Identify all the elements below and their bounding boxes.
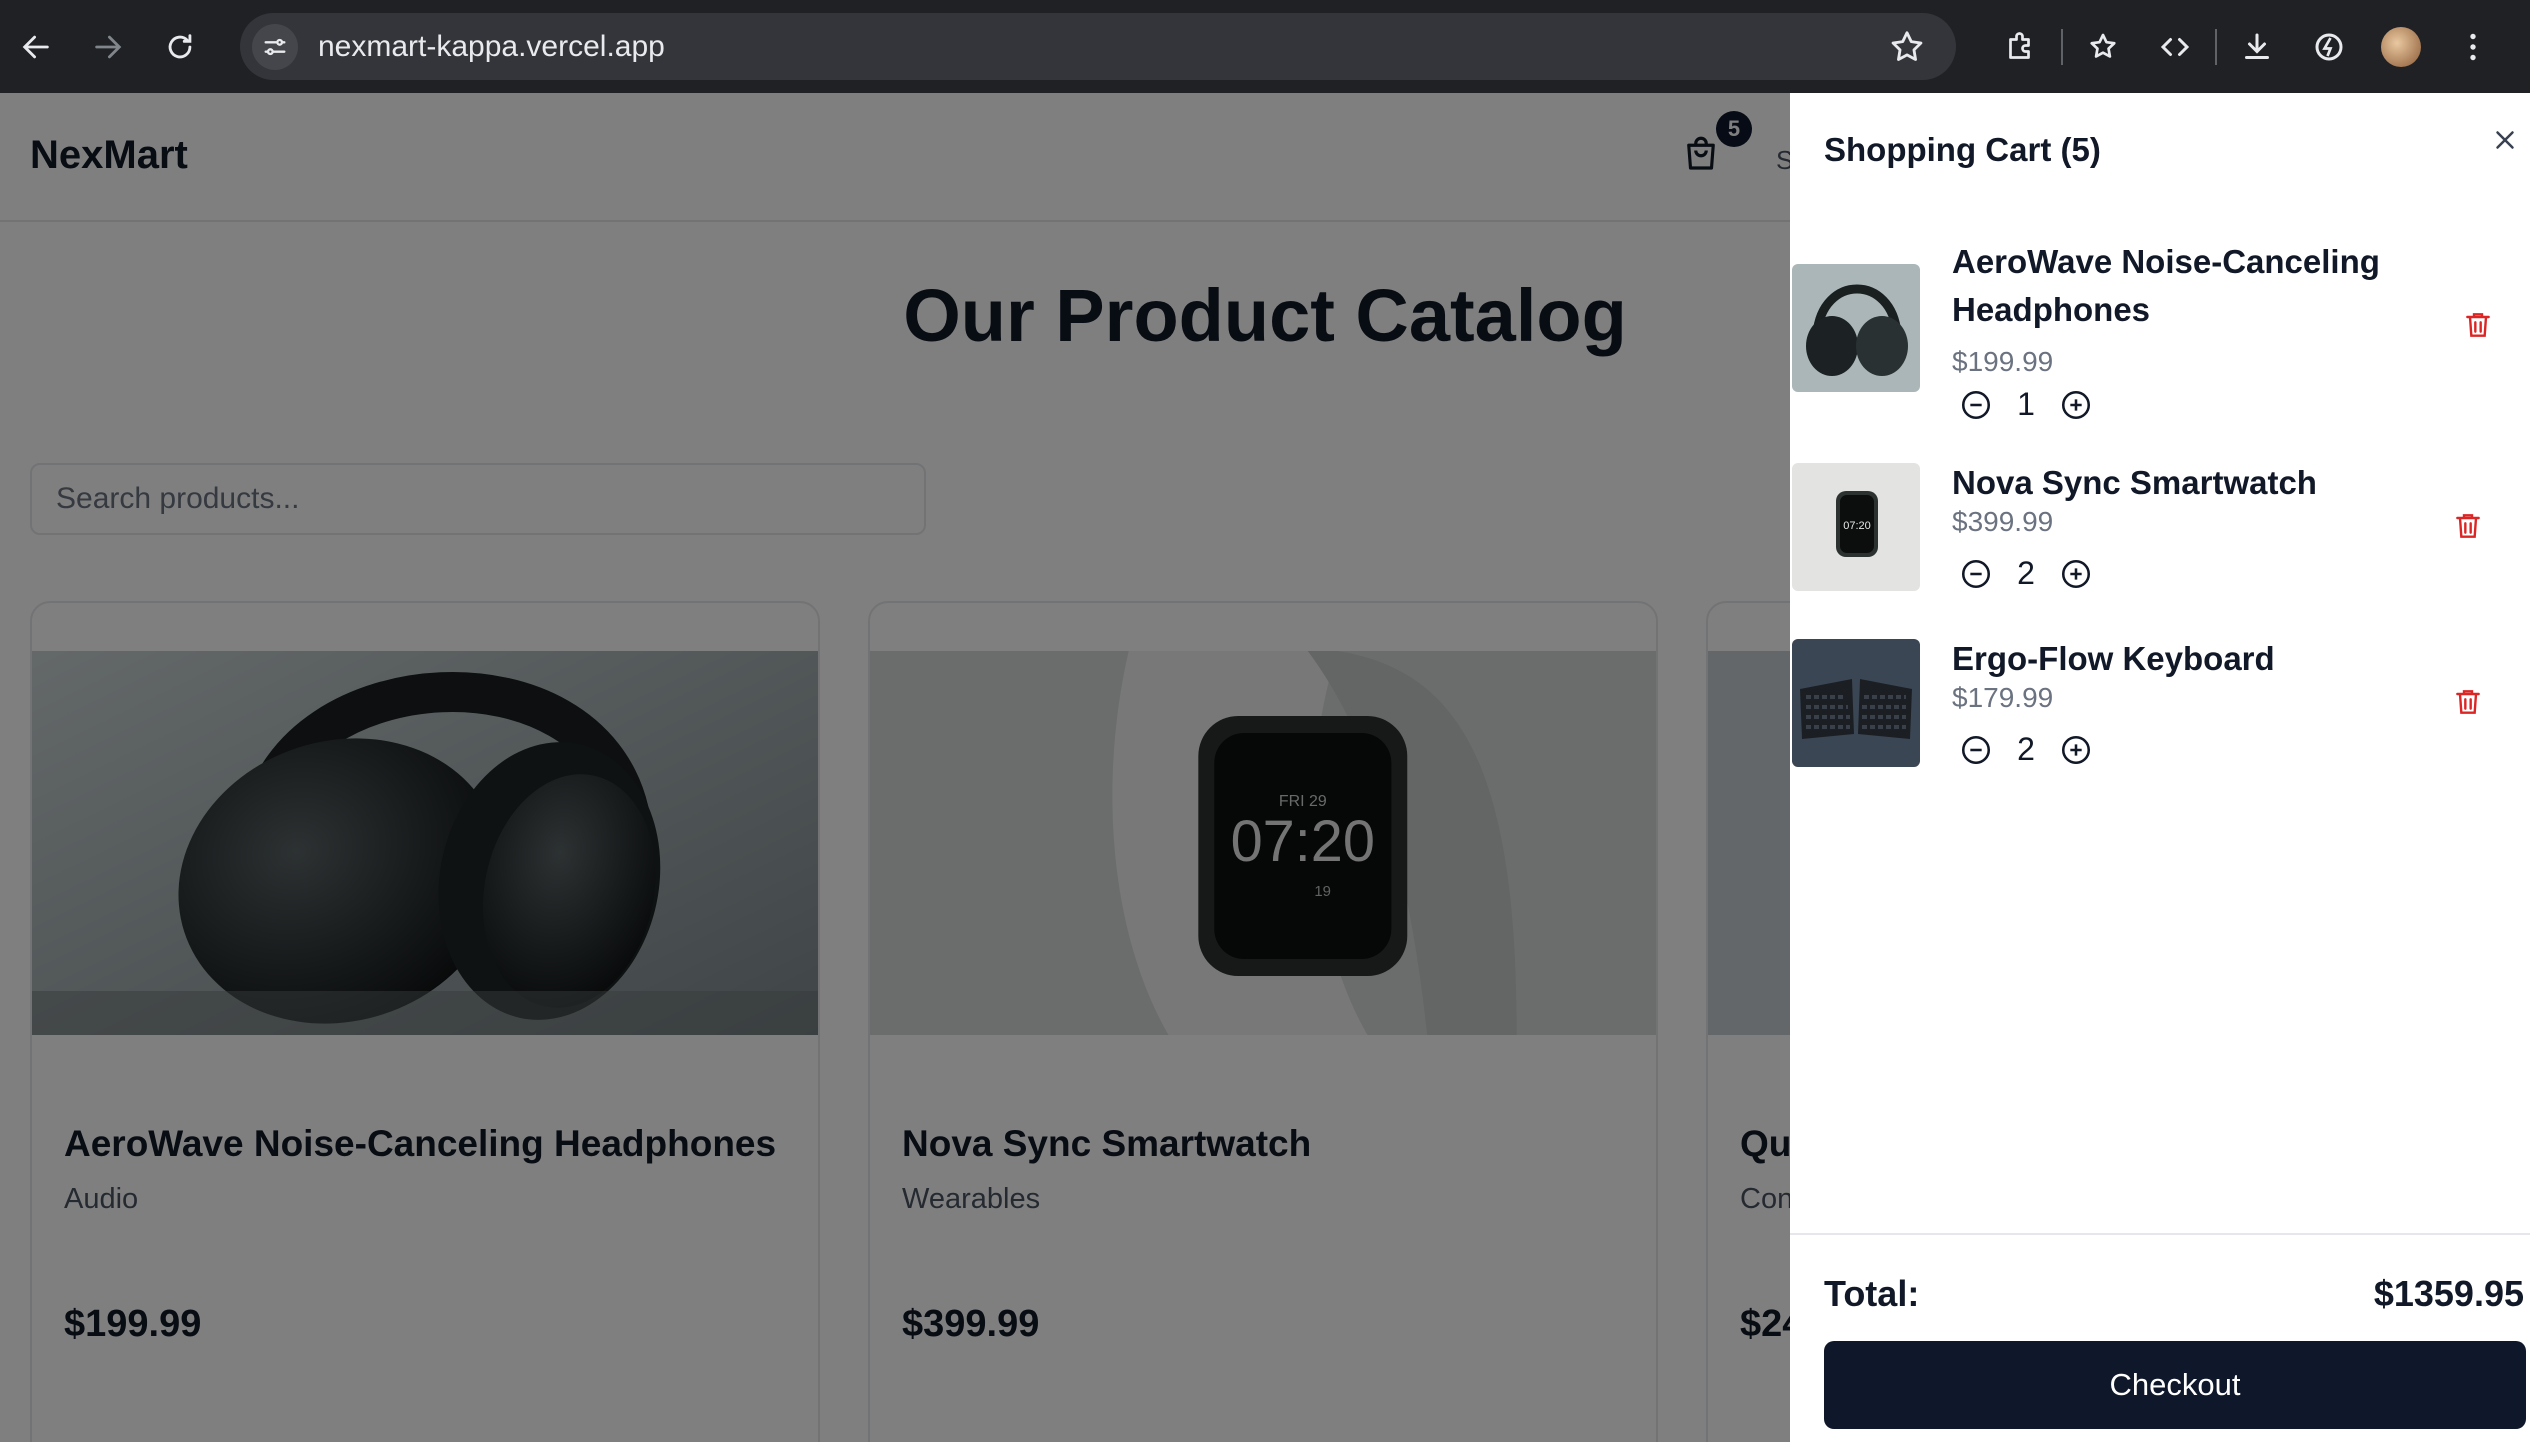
address-bar[interactable]: nexmart-kappa.vercel.app [240, 13, 1956, 80]
minus-circle-icon [1961, 559, 1991, 588]
cart-item-price: $399.99 [1952, 506, 2054, 537]
site-info-button[interactable] [252, 23, 298, 70]
smartwatch-thumbnail: 07:20 [1792, 463, 1920, 591]
close-cart-button[interactable] [2490, 125, 2524, 159]
back-button[interactable] [0, 0, 72, 93]
increase-quantity-button[interactable] [2058, 732, 2094, 768]
trash-icon [2456, 514, 2480, 538]
downloads-button[interactable] [2221, 0, 2293, 93]
cart-item-thumbnail [1792, 264, 1920, 392]
quantity-value: 2 [2017, 555, 2035, 591]
more-vert-icon [2470, 33, 2476, 60]
forward-button[interactable] [72, 0, 144, 93]
reload-button[interactable] [144, 0, 216, 93]
cart-item-name: Nova Sync Smartwatch [1952, 464, 2317, 501]
increase-quantity-button[interactable] [2058, 556, 2094, 592]
cart-item-thumbnail: 07:20 [1792, 463, 1920, 591]
decrease-quantity-button[interactable] [1958, 732, 1994, 768]
quantity-value: 2 [2017, 731, 2035, 767]
cart-footer: Total: $1359.95 Checkout [1790, 1233, 2530, 1442]
trash-icon [2456, 690, 2480, 714]
toolbar-divider [2061, 28, 2063, 65]
reload-icon [168, 33, 192, 58]
menu-button[interactable] [2437, 0, 2509, 93]
extensions-button[interactable] [1985, 0, 2057, 93]
minus-circle-icon [1961, 735, 1991, 764]
cart-item-price: $179.99 [1952, 682, 2054, 713]
minus-circle-icon [1961, 390, 1991, 419]
toolbar-divider [2215, 28, 2217, 65]
tune-icon [264, 38, 286, 55]
arrow-left-icon [22, 35, 49, 58]
bookmark-star-icon[interactable] [1888, 28, 1926, 66]
plus-circle-icon [2061, 735, 2091, 764]
remove-item-button[interactable] [2452, 685, 2488, 721]
url-text[interactable]: nexmart-kappa.vercel.app [318, 30, 665, 64]
performance-button[interactable] [2293, 0, 2365, 93]
headphones-thumbnail [1792, 264, 1920, 392]
total-label: Total: [1824, 1273, 1920, 1314]
modal-backdrop[interactable] [0, 93, 1790, 1442]
arrow-right-icon [95, 35, 122, 58]
browser-toolbar: nexmart-kappa.vercel.app [0, 0, 2530, 93]
trash-icon [2466, 313, 2490, 337]
cart-drawer: Shopping Cart (5) AeroWave Noise-Canceli… [1790, 93, 2530, 1442]
code-icon [2160, 37, 2190, 56]
plus-circle-icon [2061, 390, 2091, 419]
quantity-value: 1 [2017, 386, 2035, 422]
quantity-stepper: 2 [1958, 555, 2094, 592]
plus-circle-icon [2061, 559, 2091, 588]
keyboard-thumbnail [1792, 639, 1920, 767]
increase-quantity-button[interactable] [2058, 387, 2094, 423]
cart-title: Shopping Cart (5) [1824, 131, 2101, 168]
cart-item-price: $199.99 [1952, 346, 2054, 377]
remove-item-button[interactable] [2462, 308, 2498, 344]
download-icon [2245, 33, 2269, 59]
profile-button[interactable] [2365, 0, 2437, 93]
cart-item-name: Ergo-Flow Keyboard [1952, 640, 2275, 677]
total-value: $1359.95 [2373, 1273, 2524, 1314]
decrease-quantity-button[interactable] [1958, 556, 1994, 592]
speed-icon [2315, 33, 2343, 60]
thumbnail-watch-time: 07:20 [1843, 520, 1871, 532]
decrease-quantity-button[interactable] [1958, 387, 1994, 423]
puzzle-icon [2009, 31, 2030, 59]
checkout-button[interactable]: Checkout [1824, 1341, 2526, 1429]
cart-item-name: AeroWave Noise-Canceling Headphones [1952, 243, 2380, 328]
cart-item-thumbnail [1792, 639, 1920, 767]
remove-item-button[interactable] [2452, 509, 2488, 545]
close-icon [2496, 131, 2514, 149]
devtools-button[interactable] [2139, 0, 2211, 93]
favorites-button[interactable] [2067, 0, 2139, 93]
avatar [2381, 26, 2421, 67]
star-list-icon [2090, 33, 2116, 58]
quantity-stepper: 2 [1958, 731, 2094, 768]
quantity-stepper: 1 [1958, 386, 2094, 423]
